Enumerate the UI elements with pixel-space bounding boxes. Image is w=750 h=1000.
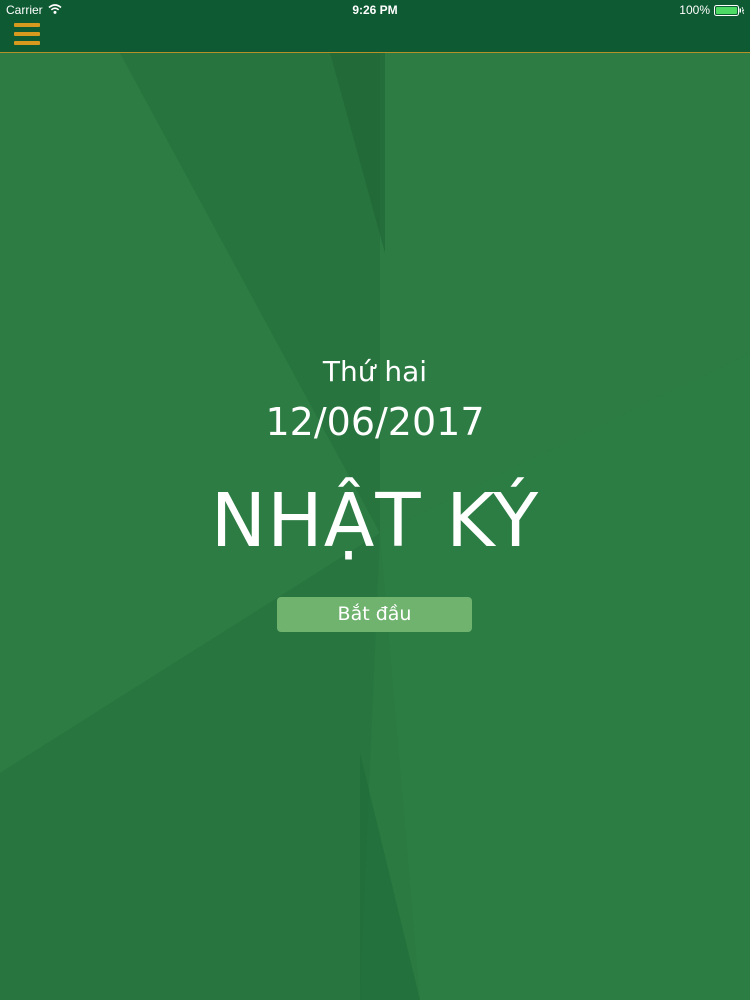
top-bar: Carrier 9:26 PM 100% [0, 0, 750, 53]
status-time: 9:26 PM [352, 3, 398, 17]
main-content: Thứ hai 12/06/2017 NHẬT KÝ Bắt đầu [0, 0, 750, 1000]
app-screen: Carrier 9:26 PM 100% Thứ hai 12/06/2017 … [0, 0, 750, 1000]
date-label: 12/06/2017 [265, 400, 485, 444]
menu-button[interactable] [14, 23, 40, 45]
start-button[interactable]: Bắt đầu [277, 597, 472, 632]
weekday-label: Thứ hai [322, 355, 428, 388]
status-battery-percent: 100% [679, 3, 710, 17]
battery-icon [714, 5, 744, 16]
page-title: NHẬT KÝ [210, 478, 540, 564]
